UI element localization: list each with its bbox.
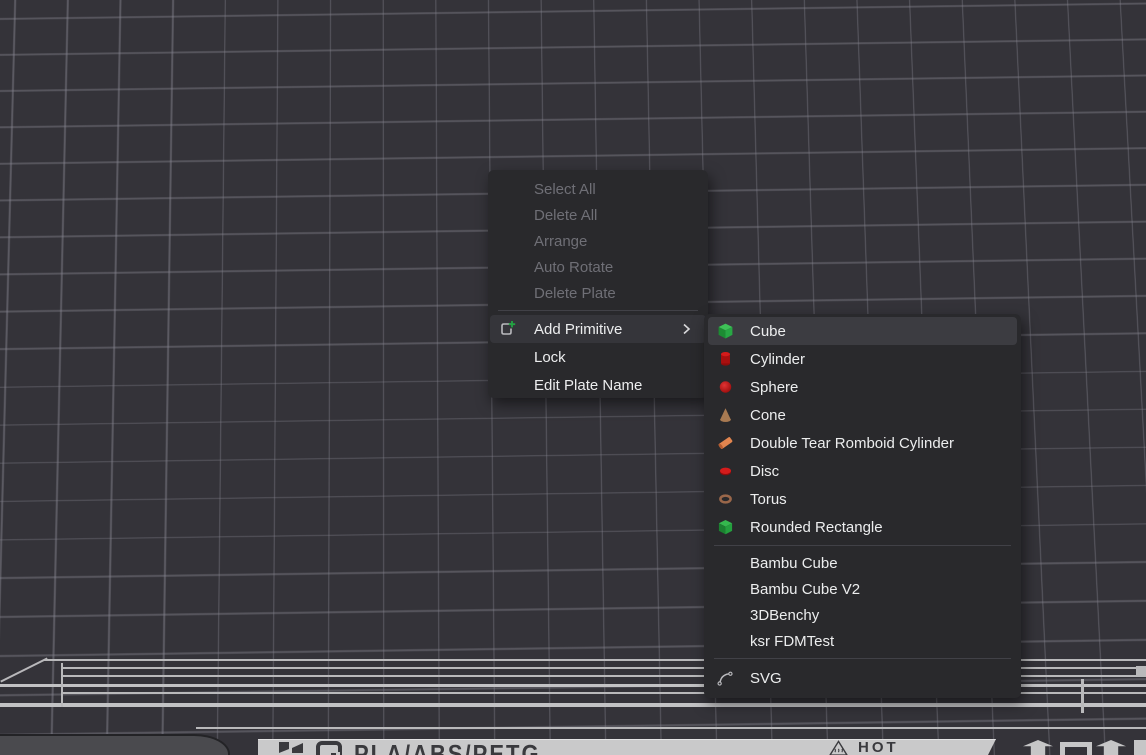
submenu-item-sphere[interactable]: Sphere xyxy=(704,373,1021,401)
rounded-rectangle-icon xyxy=(717,519,734,536)
cylinder-icon xyxy=(717,351,734,368)
bezier-curve-icon xyxy=(717,670,734,687)
submenu-item-double-tear-romboid-cylinder[interactable]: Double Tear Romboid Cylinder xyxy=(704,429,1021,457)
disc-icon xyxy=(717,463,734,480)
plate-line xyxy=(0,703,1146,707)
cone-icon xyxy=(717,407,734,424)
submenu-item-svg[interactable]: SVG xyxy=(704,663,1021,693)
plate-right-corner-mark xyxy=(1136,666,1146,677)
menu-item-edit-plate-name[interactable]: Edit Plate Name xyxy=(488,371,708,399)
menu-item-arrange: Arrange xyxy=(488,228,708,254)
submenu-item-rounded-rectangle[interactable]: Rounded Rectangle xyxy=(704,513,1021,541)
hot-warning-label: HOT xyxy=(858,740,899,755)
add-primitive-submenu: Cube Cylinder Sphere Cone xyxy=(704,314,1021,698)
menu-item-select-all: Select All xyxy=(488,176,708,202)
hot-warning: HOT xyxy=(828,740,899,755)
submenu-divider xyxy=(714,658,1011,659)
chevron-right-icon xyxy=(679,322,693,336)
plate-material-label: PLA/ABS/PETG xyxy=(354,740,541,755)
submenu-divider xyxy=(714,545,1011,546)
plate-edge-mark xyxy=(1134,740,1146,755)
cube-icon xyxy=(717,323,734,340)
bambu-lab-logo-icon xyxy=(278,741,304,755)
submenu-item-3dbenchy[interactable]: 3DBenchy xyxy=(704,602,1021,628)
plate-label-strip: PLA/ABS/PETG HOT xyxy=(258,739,996,755)
menu-divider xyxy=(498,310,698,311)
sphere-icon xyxy=(717,379,734,396)
plate-right-mark xyxy=(1081,679,1084,713)
plate-front-tab[interactable] xyxy=(0,734,230,755)
menu-item-delete-all: Delete All xyxy=(488,202,708,228)
plate-square-logo-icon xyxy=(316,741,342,755)
add-primitive-icon xyxy=(498,320,516,338)
plate-corner-vertical xyxy=(61,663,63,707)
submenu-item-cube[interactable]: Cube xyxy=(708,317,1017,345)
submenu-item-bambu-cube[interactable]: Bambu Cube xyxy=(704,550,1021,576)
menu-item-delete-plate: Delete Plate xyxy=(488,280,708,306)
plate-line xyxy=(196,727,1146,729)
romboid-cylinder-icon xyxy=(717,435,734,452)
submenu-item-bambu-cube-v2[interactable]: Bambu Cube V2 xyxy=(704,576,1021,602)
menu-item-add-primitive[interactable]: Add Primitive xyxy=(490,315,706,343)
submenu-item-torus[interactable]: Torus xyxy=(704,485,1021,513)
submenu-item-cone[interactable]: Cone xyxy=(704,401,1021,429)
submenu-item-disc[interactable]: Disc xyxy=(704,457,1021,485)
submenu-item-ksr-fdmtest[interactable]: ksr FDMTest xyxy=(704,628,1021,654)
menu-item-lock[interactable]: Lock xyxy=(488,343,708,371)
plate-context-menu: Select All Delete All Arrange Auto Rotat… xyxy=(488,170,708,398)
plate-square-mark-icon xyxy=(1060,742,1092,755)
viewport[interactable]: PLA/ABS/PETG HOT Select All Delete All A… xyxy=(0,0,1146,755)
warning-triangle-icon xyxy=(828,740,849,755)
menu-item-auto-rotate: Auto Rotate xyxy=(488,254,708,280)
torus-icon xyxy=(717,491,734,508)
submenu-item-cylinder[interactable]: Cylinder xyxy=(704,345,1021,373)
